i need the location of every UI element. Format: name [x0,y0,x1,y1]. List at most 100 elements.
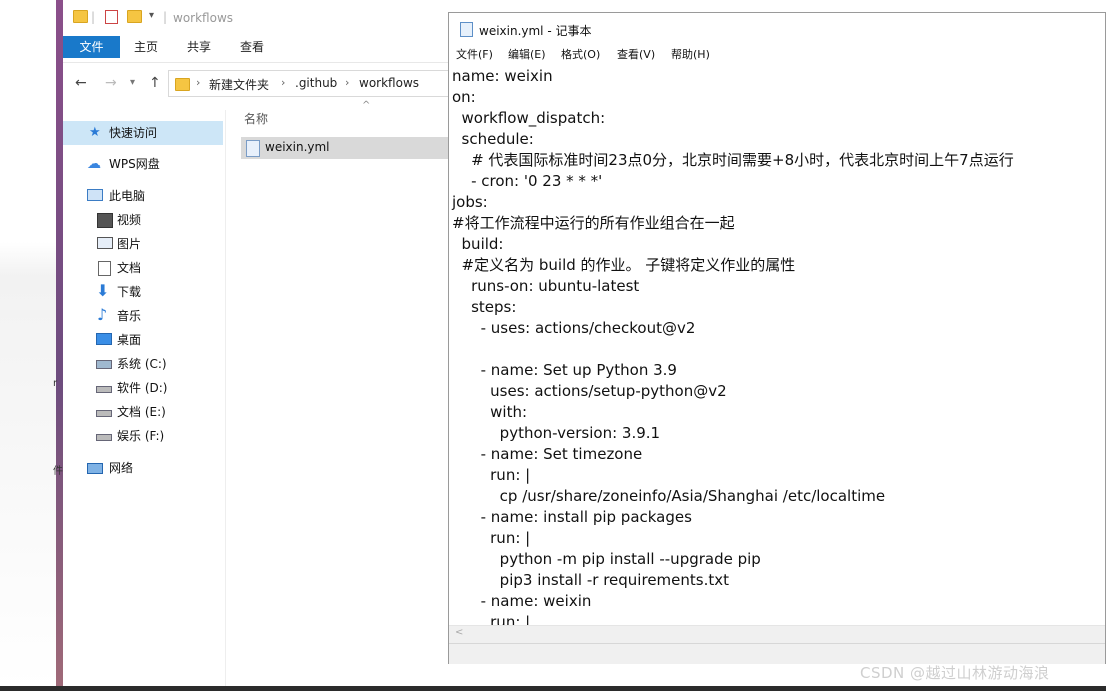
desktop-wallpaper-strip [56,0,63,691]
taskbar-edge [0,686,1106,691]
up-arrow-icon[interactable]: ↑ [149,75,161,91]
nav-label: 音乐 [117,309,142,323]
nav-item-drive-d[interactable]: 软件 (D:) [63,376,223,400]
file-explorer-window: | ▾ | workflows 文件 主页 共享 查看 ← → ▾ ↑ › 新建… [63,0,470,691]
separator: | [163,10,168,24]
address-row: ← → ▾ ↑ › 新建文件夹 › .github › workflows [63,62,470,101]
window-title: workflows [173,11,234,25]
properties-icon[interactable] [105,10,118,27]
scroll-left-icon[interactable]: < [455,627,463,638]
text-line: workflow_dispatch: [452,109,606,127]
nav-item-quick-access[interactable]: ★ 快速访问 [63,121,223,145]
nav-label: 娱乐 (F:) [117,429,165,443]
text-file-icon [246,140,260,157]
file-name: weixin.yml [265,140,330,154]
back-arrow-icon[interactable]: ← [75,75,87,91]
nav-label: 文档 (E:) [117,405,166,419]
menu-format[interactable]: 格式(O) [561,46,600,62]
breadcrumb-item[interactable]: 新建文件夹 [209,76,269,93]
document-icon [98,261,111,276]
nav-item-videos[interactable]: 视频 [63,208,223,232]
notepad-titlebar: weixin.yml - 记事本 [449,13,1105,43]
text-line: - name: weixin [452,592,592,610]
horizontal-scrollbar[interactable]: < [449,625,1105,643]
notepad-title: weixin.yml - 记事本 [479,24,592,38]
nav-label: 系统 (C:) [117,357,167,371]
text-line: steps: [452,298,517,316]
chevron-right-icon[interactable]: › [281,76,285,89]
text-line: - name: install pip packages [452,508,692,526]
column-header-name[interactable]: 名称 [244,110,268,127]
text-line: run: | [452,613,531,625]
nav-item-network[interactable]: 网络 [63,456,223,480]
drive-icon [96,410,112,417]
quick-access-dropdown-icon[interactable]: ▾ [149,10,154,21]
nav-label: 下载 [117,285,142,299]
nav-item-music[interactable]: ♪ 音乐 [63,304,223,328]
nav-label: 软件 (D:) [117,381,168,395]
folder-icon [73,10,88,26]
desktop-label-fragment: 件 [53,466,63,477]
tab-view[interactable]: 查看 [232,36,272,58]
text-line: run: | [452,529,531,547]
network-icon [87,463,103,474]
text-line: #将工作流程中运行的所有作业组合在一起 [452,214,735,232]
nav-item-this-pc[interactable]: 此电脑 [63,184,223,208]
nav-item-drive-f[interactable]: 娱乐 (F:) [63,424,223,448]
text-line: - name: Set up Python 3.9 [452,361,677,379]
desktop-label-fragment: r [53,378,58,389]
nav-item-desktop[interactable]: 桌面 [63,328,223,352]
address-bar[interactable]: › 新建文件夹 › .github › workflows [168,70,470,97]
nav-item-drive-e[interactable]: 文档 (E:) [63,400,223,424]
nav-item-downloads[interactable]: ⬇ 下载 [63,280,223,304]
chevron-right-icon[interactable]: › [345,76,349,89]
text-line: run: | [452,466,531,484]
notepad-text-area[interactable]: name: weixin on: workflow_dispatch: sched… [449,65,1105,625]
chevron-right-icon[interactable]: › [196,76,200,89]
nav-item-drive-c[interactable]: 系统 (C:) [63,352,223,376]
menu-edit[interactable]: 编辑(E) [508,46,546,62]
music-icon: ♪ [97,305,108,324]
download-icon: ⬇ [96,281,110,300]
nav-label: 网络 [109,461,134,475]
breadcrumb-item[interactable]: .github [295,76,337,90]
nav-label: WPS网盘 [109,157,160,171]
text-line: #定义名为 build 的作业。 子键将定义作业的属性 [452,256,796,274]
new-folder-icon[interactable] [127,10,142,26]
notepad-statusbar [449,643,1105,664]
tab-share[interactable]: 共享 [179,36,219,58]
forward-arrow-icon[interactable]: → [105,75,117,91]
text-line: - cron: '0 23 * * *' [452,172,603,190]
menu-view[interactable]: 查看(V) [617,46,655,62]
nav-label: 文档 [117,261,142,275]
folder-icon [175,76,190,95]
file-row[interactable]: weixin.yml [241,137,461,159]
nav-label: 桌面 [117,333,142,347]
text-line: - uses: actions/checkout@v2 [452,319,696,337]
text-line: uses: actions/setup-python@v2 [452,382,727,400]
menu-help[interactable]: 帮助(H) [671,46,710,62]
nav-item-documents[interactable]: 文档 [63,256,223,280]
menu-file[interactable]: 文件(F) [456,46,493,62]
tab-file[interactable]: 文件 [63,36,120,58]
drive-icon [96,434,112,441]
text-line: pip3 install -r requirements.txt [452,571,729,589]
separator: | [91,10,96,24]
nav-label: 视频 [117,213,142,227]
text-line: python -m pip install --upgrade pip [452,550,761,568]
nav-item-wps-drive[interactable]: ☁ WPS网盘 [63,152,223,176]
tab-home[interactable]: 主页 [126,36,166,58]
breadcrumb-item[interactable]: workflows [359,76,419,90]
recent-dropdown-icon[interactable]: ▾ [130,77,135,88]
navigation-pane: ★ 快速访问 ☁ WPS网盘 此电脑 视频 图片 文档 ⬇ 下载 ♪ 音乐 桌面… [63,110,226,691]
desktop-background [0,0,57,691]
notepad-window: weixin.yml - 记事本 文件(F) 编辑(E) 格式(O) 查看(V)… [448,12,1106,664]
drive-icon [96,386,112,393]
text-line: schedule: [452,130,534,148]
nav-item-pictures[interactable]: 图片 [63,232,223,256]
explorer-titlebar: | ▾ | workflows [63,0,449,36]
watermark: CSDN @越过山林游动海浪 [860,664,1050,682]
nav-label: 图片 [117,237,142,251]
file-list: ^ 名称 weixin.yml [226,100,461,691]
video-icon [97,213,113,228]
